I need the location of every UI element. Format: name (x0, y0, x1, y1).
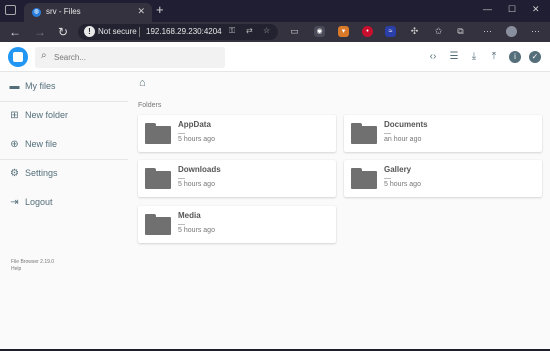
window-close-icon[interactable]: ✕ (532, 4, 540, 15)
collections-icon[interactable]: ⧉ (455, 26, 466, 37)
folder-item[interactable]: Media — 5 hours ago (138, 206, 336, 243)
search-icon: ⌕ (41, 50, 47, 61)
folder-item[interactable]: Downloads — 5 hours ago (138, 160, 336, 197)
warning-icon[interactable]: ! (84, 26, 95, 37)
star-icon[interactable]: ☆ (263, 26, 270, 35)
list-view-icon[interactable]: ☰ (447, 50, 461, 64)
extension-shield-icon[interactable]: ◉ (314, 26, 325, 37)
sidebar-item-my-files[interactable]: ▬ My files (0, 76, 120, 98)
folder-icon (145, 123, 171, 144)
folder-modified: an hour ago (384, 136, 422, 143)
settings-menu-icon[interactable]: ⋯ (530, 26, 541, 37)
tab-actions-icon[interactable] (5, 5, 16, 15)
folder-name: AppData (178, 120, 211, 129)
folder-icon (351, 168, 377, 189)
logo-icon[interactable] (8, 47, 28, 67)
minimize-icon[interactable]: — (483, 4, 492, 14)
info-icon[interactable]: i (509, 51, 521, 63)
maximize-icon[interactable]: ☐ (508, 4, 516, 15)
new-tab-button[interactable]: + (156, 3, 164, 17)
folder-icon (145, 168, 171, 189)
sidebar-item-new-folder[interactable]: ⊞ New folder (0, 105, 120, 127)
logout-icon: ⇥ (10, 197, 19, 208)
sidebar-item-logout[interactable]: ⇥ Logout (0, 192, 120, 214)
folder-name: Documents (384, 120, 428, 129)
close-icon[interactable]: ✕ (137, 6, 145, 17)
address-bar[interactable]: ! Not secure 192.168.29.230:4204 ⚿ ⇄ ☆ (78, 24, 278, 40)
search-input[interactable] (54, 50, 219, 64)
main-content: ⌂ Folders AppData — 5 hours ago Document… (137, 72, 547, 349)
settings-icon: ⚙ (10, 168, 19, 179)
browser-toolbar: ← → ↻ ! Not secure 192.168.29.230:4204 ⚿… (0, 22, 550, 42)
upload-icon[interactable]: ⤒ (487, 50, 501, 64)
sidebar-item-label: New file (25, 139, 58, 149)
folder-icon: ▬ (9, 81, 20, 92)
folder-name: Downloads (178, 165, 221, 174)
folder-icon (145, 214, 171, 235)
back-icon[interactable]: ← (9, 24, 21, 40)
extension-cup-icon[interactable]: ▾ (338, 26, 349, 37)
app-header: ⌕ ‹› ☰ ⤓ ⤒ i ✓ (0, 42, 550, 72)
folder-item[interactable]: Documents — an hour ago (344, 115, 542, 152)
key-icon[interactable]: ⚿ (229, 26, 235, 36)
folder-modified: 5 hours ago (384, 181, 421, 188)
file-plus-icon: ⊕ (10, 139, 19, 150)
security-label[interactable]: Not secure (98, 27, 137, 36)
forward-icon[interactable]: → (34, 24, 46, 40)
menu-dots-icon[interactable]: ⋯ (482, 26, 493, 37)
folder-item[interactable]: AppData — 5 hours ago (138, 115, 336, 152)
sidebar-item-settings[interactable]: ⚙ Settings (0, 163, 120, 185)
browser-tab-strip: ◍ srv - Files ✕ + — ☐ ✕ (0, 0, 550, 22)
tab-title: srv - Files (46, 7, 81, 16)
help-link[interactable]: Help (11, 266, 54, 273)
folder-modified: 5 hours ago (178, 181, 215, 188)
folder-item[interactable]: Gallery — 5 hours ago (344, 160, 542, 197)
sidebar-item-label: New folder (25, 110, 69, 120)
folder-plus-icon: ⊞ (10, 110, 19, 121)
folder-icon (351, 123, 377, 144)
sidebar-item-new-file[interactable]: ⊕ New file (0, 134, 120, 156)
address-url[interactable]: 192.168.29.230:4204 (146, 27, 226, 36)
folder-name: Media (178, 211, 201, 220)
profile-avatar[interactable] (506, 26, 517, 37)
search-box[interactable]: ⌕ (35, 47, 225, 68)
cast-icon[interactable]: ▭ (289, 26, 300, 37)
address-divider (139, 27, 140, 37)
folder-name: Gallery (384, 165, 412, 174)
sidebar-divider (0, 101, 128, 102)
favorites-icon[interactable]: ✩ (433, 26, 444, 37)
version-link[interactable]: File Browser 2.19.0 (11, 259, 54, 266)
home-icon[interactable]: ⌂ (139, 77, 146, 89)
extension-pattern-icon[interactable]: ≈ (385, 26, 396, 37)
extension-lastpass-icon[interactable]: • (362, 26, 373, 37)
code-icon[interactable]: ‹› (426, 50, 440, 64)
reload-icon[interactable]: ↻ (58, 24, 68, 40)
folder-modified: 5 hours ago (178, 227, 215, 234)
browser-tab[interactable]: ◍ srv - Files ✕ (24, 3, 152, 22)
sidebar-item-label: Logout (25, 197, 53, 207)
sidebar-divider (0, 159, 128, 160)
translate-icon[interactable]: ⇄ (246, 26, 253, 35)
sidebar-item-label: Settings (25, 168, 58, 178)
sidebar: ▬ My files ⊞ New folder ⊕ New file ⚙ Set… (0, 72, 128, 349)
credits: File Browser 2.19.0 Help (11, 259, 54, 273)
section-title: Folders (138, 102, 162, 109)
globe-icon: ◍ (32, 8, 41, 17)
file-browser-app: ⌕ ‹› ☰ ⤓ ⤒ i ✓ ▬ My files ⊞ New folder ⊕… (0, 42, 550, 349)
sidebar-item-label: My files (25, 81, 56, 91)
download-icon[interactable]: ⤓ (467, 50, 481, 64)
puzzle-icon[interactable]: ✣ (409, 26, 420, 37)
folder-modified: 5 hours ago (178, 136, 215, 143)
check-icon[interactable]: ✓ (529, 51, 541, 63)
